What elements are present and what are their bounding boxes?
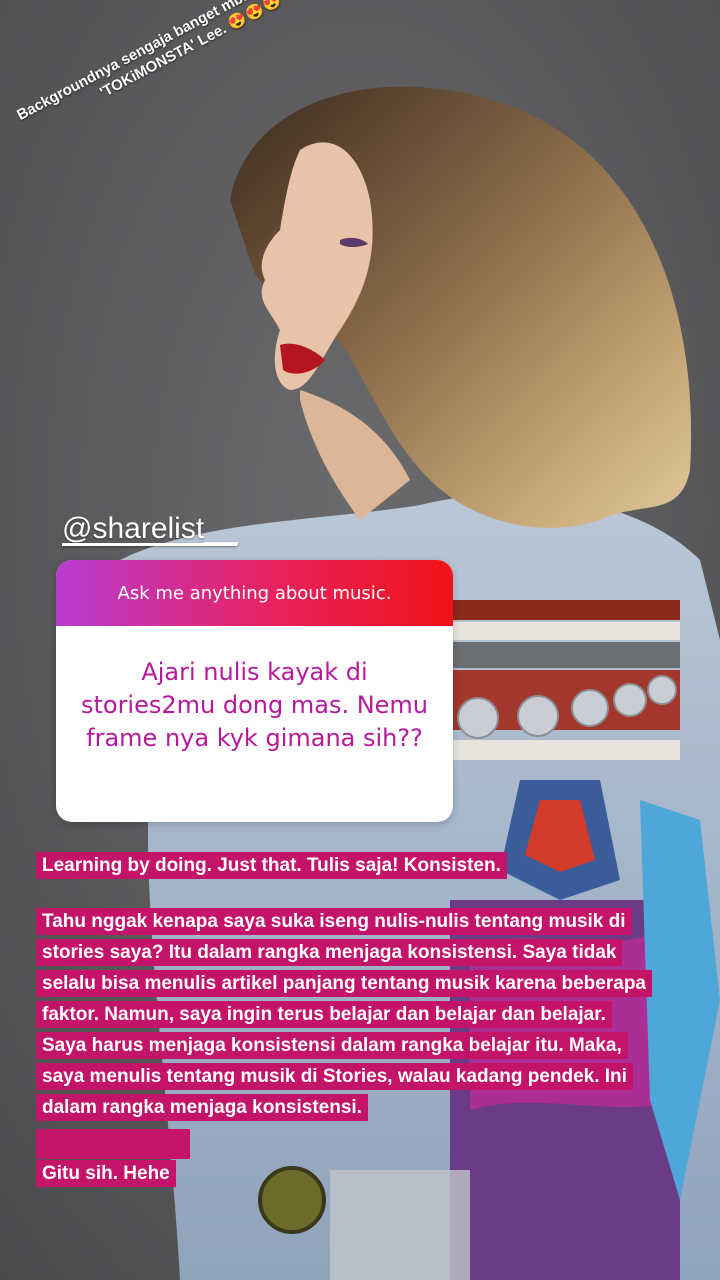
response-paragraph-text: Tahu nggak kenapa saya suka iseng nulis-… bbox=[36, 908, 652, 1121]
question-answer: Ajari nulis kayak di stories2mu dong mas… bbox=[80, 658, 429, 752]
response-line-1-text: Learning by doing. Just that. Tulis saja… bbox=[36, 852, 507, 879]
question-sticker[interactable]: Ask me anything about music. Ajari nulis… bbox=[56, 560, 453, 822]
highlight-blank-bar bbox=[36, 1129, 190, 1159]
mention-tag[interactable]: @sharelist__ bbox=[62, 512, 238, 546]
response-closing: Gitu sih. Hehe bbox=[36, 1158, 436, 1189]
response-line-1: Learning by doing. Just that. Tulis saja… bbox=[36, 850, 686, 881]
response-paragraph: Tahu nggak kenapa saya suka iseng nulis-… bbox=[36, 906, 652, 1123]
response-closing-text: Gitu sih. Hehe bbox=[36, 1160, 176, 1187]
question-prompt: Ask me anything about music. bbox=[56, 560, 453, 626]
